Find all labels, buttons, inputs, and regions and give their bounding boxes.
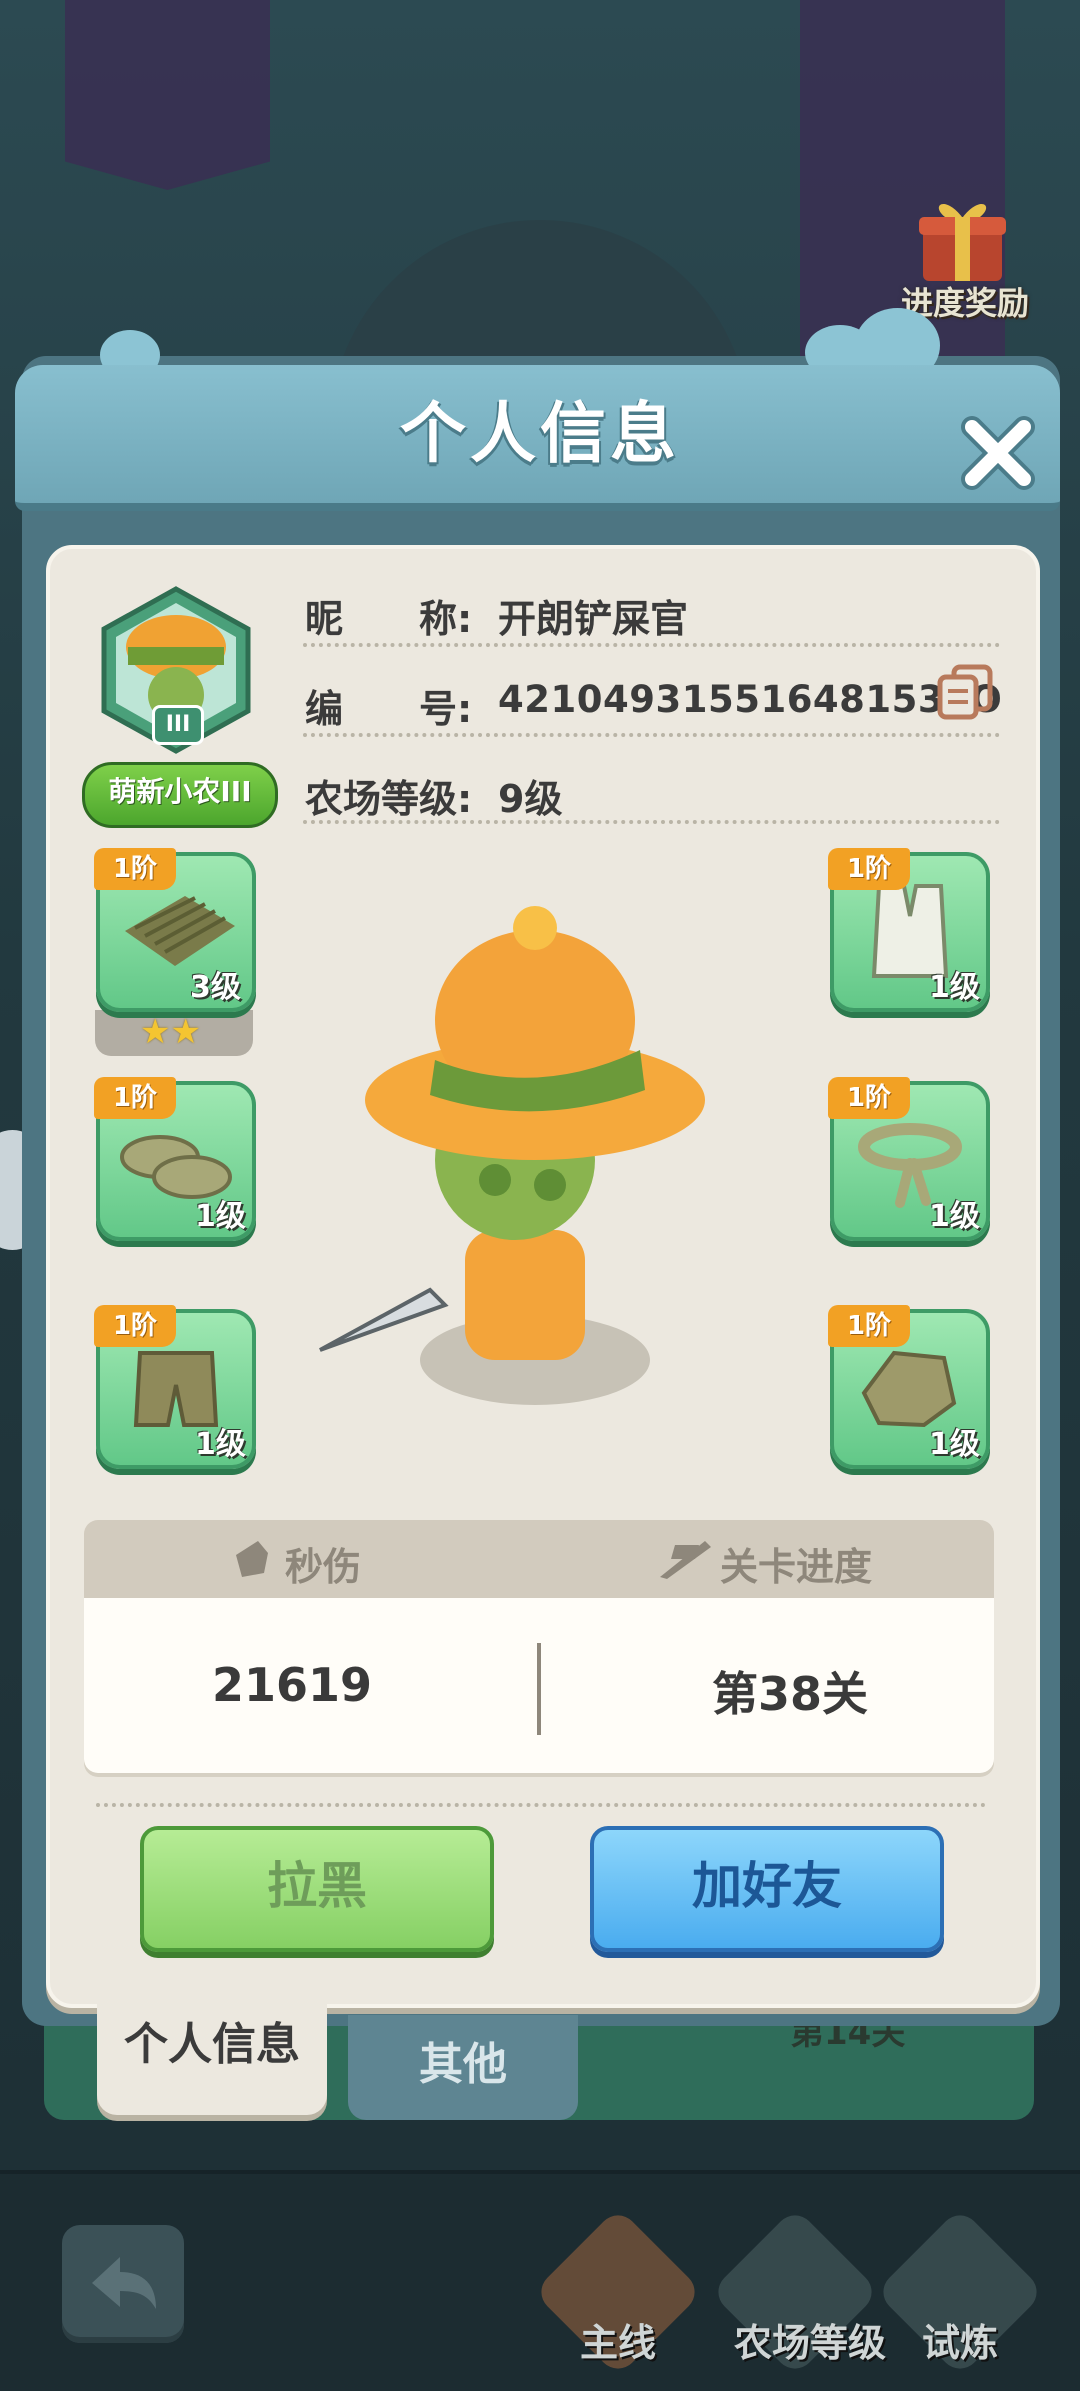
equipment-level: 1级 <box>195 1427 246 1462</box>
dps-value: 21619 <box>211 1658 373 1712</box>
divider-dots <box>303 643 1000 647</box>
equipment-level: 1级 <box>195 1199 246 1234</box>
nav-trial[interactable]: 试炼 <box>885 2312 1035 2367</box>
block-button[interactable]: 拉黑 <box>140 1826 494 1952</box>
gift-box-icon[interactable] <box>915 195 1010 285</box>
tier-badge: 1阶 <box>94 1305 176 1347</box>
tab-other[interactable]: 其他 <box>348 2015 578 2120</box>
farm-level-label: 农场等级: <box>305 777 473 821</box>
equipment-level: 1级 <box>929 1199 980 1234</box>
id-label: 编 号: <box>305 687 473 731</box>
stage-progress-label: 关卡进度 <box>720 1545 873 1589</box>
tier-badge: 1阶 <box>828 1305 910 1347</box>
nav-main-line[interactable]: 主线 <box>543 2312 693 2367</box>
equipment-stars: ★★ <box>140 1012 201 1052</box>
add-friend-button[interactable]: 加好友 <box>590 1826 944 1952</box>
avatar-tier-badge: III <box>152 705 204 745</box>
farm-level-value: 9级 <box>498 777 563 821</box>
player-character <box>319 906 705 1405</box>
rank-badge: 萌新小农III <box>82 762 278 828</box>
back-arrow-icon <box>92 2257 156 2309</box>
flag-icon <box>660 1541 711 1579</box>
tier-badge: 1阶 <box>94 848 176 890</box>
divider-dots <box>303 820 1000 824</box>
id-value: 421049315516481536O <box>498 678 1003 721</box>
left-banner <box>65 0 270 190</box>
fist-icon <box>236 1541 268 1577</box>
nickname-label: 昵 称: <box>305 597 473 641</box>
tier-badge: 1阶 <box>94 1077 176 1119</box>
equipment-level: 1级 <box>929 970 980 1005</box>
dialog-title: 个人信息 <box>400 395 680 472</box>
tier-badge: 1阶 <box>828 1077 910 1119</box>
divider-dots <box>96 1803 986 1807</box>
equipment-level: 3级 <box>190 970 241 1005</box>
tab-profile-info[interactable]: 个人信息 <box>97 1985 327 2115</box>
tier-badge: 1阶 <box>828 848 910 890</box>
equipment-level: 1级 <box>929 1427 980 1462</box>
back-button[interactable] <box>62 2225 184 2343</box>
dps-label: 秒伤 <box>285 1545 362 1589</box>
divider-dots <box>303 733 1000 737</box>
stage-progress-value: 第38关 <box>711 1667 868 1721</box>
copy-icon[interactable] <box>936 663 994 721</box>
nickname-value: 开朗铲屎官 <box>498 597 689 641</box>
stats-separator <box>537 1643 541 1735</box>
close-icon[interactable] <box>958 413 1038 493</box>
